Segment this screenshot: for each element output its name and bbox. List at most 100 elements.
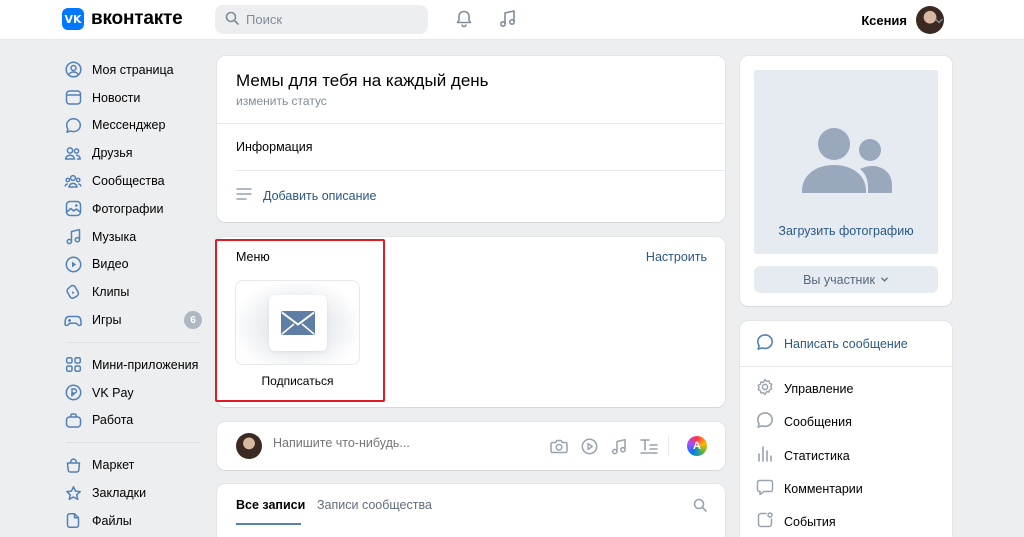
sidebar-item-market[interactable]: Маркет — [60, 451, 206, 479]
sidebar-item-label: Сообщества — [92, 174, 165, 189]
sidebar-item-mini-apps[interactable]: Мини-приложения — [60, 351, 206, 379]
sidebar-item-communities[interactable]: Сообщества — [60, 167, 206, 195]
community-photo-card: Загрузить фотографию Вы участник — [740, 56, 952, 306]
sidebar-item-bookmarks[interactable]: Закладки — [60, 479, 206, 507]
wall-tabs-card: Все записи Записи сообщества — [217, 484, 725, 537]
upload-photo-label: Загрузить фотографию — [778, 224, 914, 238]
sidebar-item-friends[interactable]: Друзья — [60, 139, 206, 167]
divider — [217, 123, 725, 124]
sidebar-item-label: Игры — [92, 313, 122, 328]
message-bubble-icon — [64, 116, 82, 134]
sidebar-item-label: Маркет — [92, 458, 135, 473]
sidebar-item-label: Закладки — [92, 486, 147, 501]
tab-community-posts[interactable]: Записи сообщества — [317, 498, 432, 512]
vk-art-icon[interactable]: A — [687, 436, 707, 456]
games-counter-badge: 6 — [184, 311, 202, 330]
sidebar-item-label: Клипы — [92, 285, 130, 300]
vk-logo-text: вконтакте — [91, 8, 183, 29]
sidebar-item-label: VK Pay — [92, 385, 134, 400]
menu-setup-link[interactable]: Настроить — [646, 250, 707, 264]
action-label: Комментарии — [784, 481, 863, 496]
sidebar-item-video[interactable]: Видео — [60, 251, 206, 279]
membership-label: Вы участник — [803, 272, 875, 287]
gamepad-icon — [64, 311, 82, 329]
tab-all-posts[interactable]: Все записи — [236, 498, 305, 512]
manage-button[interactable]: Управление — [756, 378, 854, 399]
shopping-bag-icon — [64, 456, 82, 474]
action-label: Сообщения — [784, 414, 852, 429]
sidebar-item-label: Мессенджер — [92, 118, 166, 133]
sidebar-item-news[interactable]: Новости — [60, 84, 206, 112]
sidebar-item-games[interactable]: Игры 6 — [60, 306, 206, 334]
photo-icon — [64, 200, 82, 218]
add-description-label: Добавить описание — [263, 188, 377, 203]
user-circle-icon — [64, 61, 82, 79]
write-message-button[interactable]: Написать сообщение — [756, 333, 908, 354]
sidebar-item-work[interactable]: Работа — [60, 407, 206, 435]
sidebar-item-label: Видео — [92, 257, 129, 272]
clips-icon — [64, 283, 82, 301]
divider — [740, 366, 952, 367]
sidebar-item-messenger[interactable]: Мессенджер — [60, 112, 206, 140]
search-bar[interactable] — [215, 5, 428, 34]
add-description-button[interactable]: Добавить описание — [236, 187, 376, 204]
user-menu-chevron-icon[interactable] — [934, 14, 944, 29]
sidebar-item-files[interactable]: Файлы — [60, 507, 206, 535]
active-tab-indicator — [236, 523, 301, 525]
communities-icon — [64, 172, 82, 190]
action-label: События — [784, 514, 836, 529]
top-bar: VK вконтакте Ксения — [0, 0, 1024, 40]
nav-divider — [66, 341, 200, 343]
action-label: Управление — [784, 381, 854, 396]
search-input[interactable] — [246, 12, 406, 27]
search-icon — [225, 11, 239, 28]
comments-button[interactable]: Комментарии — [756, 478, 863, 499]
sidebar-item-photos[interactable]: Фотографии — [60, 195, 206, 223]
camera-icon[interactable] — [549, 436, 569, 456]
nav-divider — [66, 442, 200, 444]
star-icon — [64, 484, 82, 502]
sidebar-item-vk-pay[interactable]: VK Pay — [60, 379, 206, 407]
video-icon[interactable] — [579, 436, 599, 456]
article-icon[interactable] — [639, 436, 659, 456]
text-lines-icon — [236, 187, 252, 204]
vk-logo-icon: VK — [62, 8, 84, 30]
sidebar-item-label: Музыка — [92, 229, 137, 244]
message-bubble-icon — [756, 411, 774, 432]
sidebar-item-label: Новости — [92, 90, 141, 105]
sidebar-item-music[interactable]: Музыка — [60, 223, 206, 251]
action-label: Статистика — [784, 448, 850, 463]
group-placeholder-icon — [802, 125, 892, 198]
user-menu[interactable]: Ксения — [861, 4, 944, 36]
vk-logo[interactable]: VK вконтакте — [62, 8, 183, 30]
bell-icon[interactable] — [453, 8, 475, 30]
membership-button[interactable]: Вы участник — [754, 266, 938, 293]
sidebar-item-label: Друзья — [92, 146, 133, 161]
chevron-down-icon — [880, 273, 889, 287]
messages-button[interactable]: Сообщения — [756, 411, 852, 432]
post-input[interactable] — [273, 436, 493, 450]
change-status-link[interactable]: изменить статус — [236, 94, 327, 108]
divider — [236, 170, 725, 171]
user-name: Ксения — [861, 12, 907, 28]
info-section-title: Информация — [236, 140, 313, 154]
newspaper-icon — [64, 89, 82, 107]
vk-pay-icon — [64, 384, 82, 402]
divider — [668, 436, 669, 456]
statistics-button[interactable]: Статистика — [756, 445, 850, 466]
briefcase-icon — [64, 411, 82, 429]
search-icon[interactable] — [693, 498, 707, 515]
page-title: Мемы для тебя на каждый день — [236, 71, 489, 90]
sidebar-item-label: Моя страница — [92, 62, 174, 77]
events-button[interactable]: События — [756, 511, 836, 532]
music-note-icon[interactable] — [609, 436, 629, 456]
bar-chart-icon — [756, 445, 774, 466]
upload-photo-area[interactable]: Загрузить фотографию — [754, 70, 938, 254]
file-icon — [64, 512, 82, 530]
sidebar-item-label: Мини-приложения — [92, 357, 199, 372]
sidebar-item-clips[interactable]: Клипы — [60, 278, 206, 306]
post-composer: A — [217, 422, 725, 470]
gear-icon — [756, 378, 774, 399]
music-note-icon[interactable] — [497, 8, 519, 30]
sidebar-item-my-page[interactable]: Моя страница — [60, 56, 206, 84]
